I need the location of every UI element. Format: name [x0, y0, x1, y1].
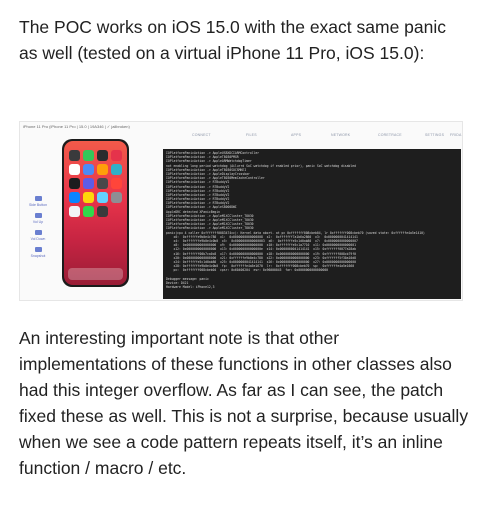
note-paragraph: An interesting important note is that ot…: [19, 328, 469, 478]
app-icon[interactable]: [69, 178, 80, 189]
tab-connect[interactable]: CONNECT: [192, 133, 211, 137]
app-grid: [69, 150, 124, 217]
app-icon[interactable]: [83, 192, 94, 203]
app-icon[interactable]: [111, 178, 122, 189]
app-icon[interactable]: [69, 150, 80, 161]
tool-label: Vol Up: [32, 220, 44, 224]
app-icon[interactable]: [69, 164, 80, 175]
tab-network[interactable]: NETWORK: [331, 133, 350, 137]
phone-frame: [62, 139, 129, 287]
vol-up-tool[interactable]: Vol Up: [22, 213, 54, 224]
phone-dock: [68, 268, 123, 280]
device-header: iPhone 11 Pro (iPhone 11 Pro | 15.0 | 19…: [23, 124, 130, 129]
tab-bar: CONNECT FILES APPS NETWORK CORETRACE SET…: [166, 125, 462, 137]
app-icon[interactable]: [69, 206, 80, 217]
power-icon: [34, 196, 42, 201]
tab-files[interactable]: FILES: [246, 133, 257, 137]
tab-apps[interactable]: APPS: [291, 133, 301, 137]
intro-paragraph: The POC works on iOS 15.0 with the exact…: [19, 17, 446, 63]
tab-frida[interactable]: FRIDA: [450, 133, 462, 137]
app-icon[interactable]: [111, 164, 122, 175]
app-icon[interactable]: [83, 150, 94, 161]
app-icon[interactable]: [111, 150, 122, 161]
console-line: Hardware Model: iPhone12,3: [166, 285, 215, 289]
vol-down-tool[interactable]: Vol Down: [22, 230, 54, 241]
app-icon[interactable]: [97, 192, 108, 203]
tool-label: Side Button: [28, 203, 48, 207]
device-tools: Side Button Vol Up Vol Down Snapshot: [22, 196, 54, 264]
side-button-tool[interactable]: Side Button: [22, 196, 54, 207]
tab-settings[interactable]: SETTINGS: [425, 133, 444, 137]
phone-screen: [64, 141, 127, 285]
volume-up-icon: [34, 213, 42, 218]
console-output: IOPlatformPanicAction -> AppleUSBXDCIARM…: [163, 149, 461, 299]
tool-label: Vol Down: [30, 237, 46, 241]
tool-label: Snapshot: [30, 254, 46, 258]
app-icon[interactable]: [111, 192, 122, 203]
tab-coretrace[interactable]: CORETRACE: [378, 133, 402, 137]
volume-down-icon: [34, 230, 42, 235]
emulator-screenshot: iPhone 11 Pro (iPhone 11 Pro | 15.0 | 19…: [19, 121, 463, 301]
camera-icon: [34, 247, 42, 252]
app-icon[interactable]: [83, 164, 94, 175]
app-icon[interactable]: [83, 206, 94, 217]
app-icon[interactable]: [69, 192, 80, 203]
app-icon[interactable]: [97, 150, 108, 161]
app-icon[interactable]: [97, 164, 108, 175]
app-icon[interactable]: [83, 178, 94, 189]
app-icon[interactable]: [97, 178, 108, 189]
snapshot-tool[interactable]: Snapshot: [22, 247, 54, 258]
app-icon[interactable]: [97, 206, 108, 217]
